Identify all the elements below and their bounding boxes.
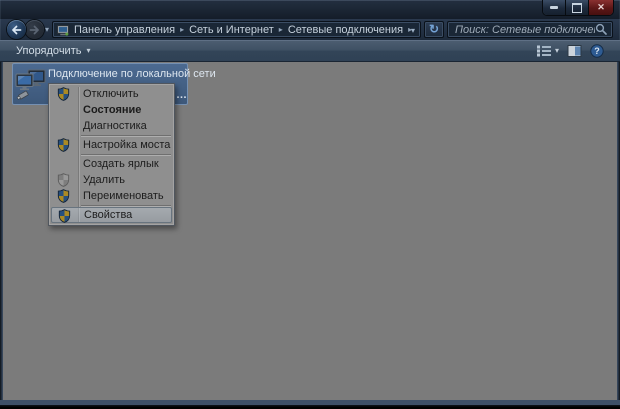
address-row: ▾ Панель управления▸Сеть и Интернет▸Сете… [0, 19, 620, 40]
explorer-window: ✕ ▾ Панель управления▸Сеть и Интернет▸Се… [0, 0, 620, 406]
menu-item-label: Диагностика [83, 120, 147, 132]
connection-name: Подключение по локальной сети [48, 68, 216, 80]
forward-button[interactable] [25, 20, 44, 39]
menu-item-properties[interactable]: Свойства [51, 207, 172, 223]
menu-separator [81, 135, 171, 136]
menu-item-label: Свойства [84, 209, 132, 221]
minimize-icon [550, 6, 558, 9]
chevron-down-icon: ▾ [86, 46, 90, 55]
uac-shield-icon [57, 173, 70, 187]
menu-item-label: Создать ярлык [83, 158, 159, 170]
connection-details-ellipsis: … [176, 89, 188, 101]
menu-separator [81, 154, 171, 155]
address-dropdown-icon[interactable]: ▾ [411, 26, 415, 35]
maximize-icon [572, 3, 582, 13]
change-view-button[interactable]: ▾ [537, 45, 559, 57]
context-menu: Отключить Состояние Диагностика Настройка … [48, 83, 175, 226]
maximize-button[interactable] [566, 0, 589, 15]
preview-pane-icon [567, 45, 582, 57]
organize-button[interactable]: Упорядочить ▾ [10, 42, 96, 59]
menu-item-spacer [57, 103, 70, 117]
views-icon [537, 45, 552, 57]
refresh-button[interactable]: ↻ [424, 21, 444, 38]
menu-item-rename[interactable]: Переименовать [49, 188, 174, 204]
minimize-button[interactable] [543, 0, 566, 15]
search-box[interactable]: Поиск: Сетевые подключения [447, 21, 613, 38]
chevron-down-icon: ▾ [555, 46, 559, 55]
menu-item-label: Отключить [83, 88, 139, 100]
search-input-text: Поиск: Сетевые подключения [455, 24, 595, 36]
breadcrumb-item-2[interactable]: Сетевые подключения [286, 24, 405, 36]
close-icon: ✕ [597, 3, 605, 12]
lan-connection-icon [15, 68, 47, 100]
network-folder-icon [57, 24, 69, 36]
help-icon: ? [590, 44, 604, 58]
menu-item-spacer [57, 157, 70, 171]
menu-item-bridge[interactable]: Настройка моста [49, 137, 174, 153]
forward-arrow-icon [29, 25, 40, 35]
menu-item-diagnose[interactable]: Диагностика [49, 118, 174, 134]
close-button[interactable]: ✕ [589, 0, 613, 15]
command-toolbar: Упорядочить ▾ ▾ ? [0, 40, 620, 62]
menu-separator [81, 205, 171, 206]
back-arrow-icon [11, 25, 22, 35]
window-border-bottom [0, 400, 620, 406]
breadcrumb-separator-icon: ▸ [276, 25, 286, 34]
window-controls: ✕ [543, 0, 613, 15]
breadcrumb: Панель управления▸Сеть и Интернет▸Сетевы… [72, 24, 415, 36]
uac-shield-icon [57, 87, 70, 101]
uac-shield-icon [57, 138, 70, 152]
uac-shield-icon [57, 189, 70, 203]
breadcrumb-separator-icon: ▸ [177, 25, 187, 34]
menu-item-label: Переименовать [83, 190, 164, 202]
title-bar: ✕ [0, 0, 620, 19]
breadcrumb-item-1[interactable]: Сеть и Интернет [187, 24, 276, 36]
preview-pane-button[interactable] [567, 45, 582, 57]
menu-item-delete[interactable]: Удалить [49, 172, 174, 188]
back-button[interactable] [7, 20, 26, 39]
menu-item-label: Удалить [83, 174, 125, 186]
menu-item-label: Состояние [83, 104, 141, 116]
search-icon[interactable] [595, 23, 608, 36]
menu-item-disable[interactable]: Отключить [49, 86, 174, 102]
breadcrumb-item-0[interactable]: Панель управления [72, 24, 177, 36]
svg-text:?: ? [594, 46, 600, 56]
menu-item-status[interactable]: Состояние [49, 102, 174, 118]
menu-item-create-shortcut[interactable]: Создать ярлык [49, 156, 174, 172]
recent-pages-dropdown[interactable]: ▾ [45, 25, 49, 34]
address-bar[interactable]: Панель управления▸Сеть и Интернет▸Сетевы… [52, 21, 421, 38]
organize-label: Упорядочить [16, 45, 81, 57]
menu-item-spacer [57, 119, 70, 133]
folder-content: Подключение по локальной сети … Отключит… [3, 62, 617, 400]
help-button[interactable]: ? [590, 44, 604, 58]
menu-item-label: Настройка моста [83, 139, 170, 151]
uac-shield-icon [58, 209, 71, 223]
